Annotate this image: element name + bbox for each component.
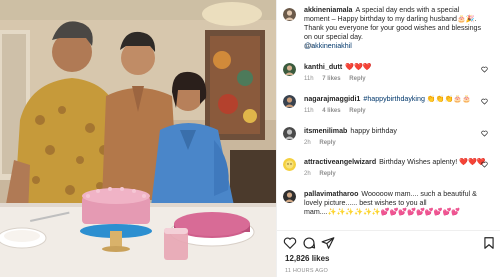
comment-body[interactable]: #happybirthdayking 👏👏👏🎂🎂	[363, 95, 471, 103]
avatar[interactable]	[283, 63, 296, 76]
comment-item: pallavimatharoo Wooooow mam.... such a be…	[283, 190, 490, 228]
comment-item: itsmenilimab happy birthday 2h Reply	[283, 127, 490, 153]
instagram-post: akkineniamala A special day ends with a s…	[0, 0, 500, 277]
comment-text: attractiveangelwizard Birthday Wishes apl…	[304, 158, 486, 167]
avatar[interactable]	[283, 190, 296, 203]
comment-username[interactable]: itsmenilimab	[304, 127, 347, 135]
comment-likes[interactable]: 7 likes	[322, 76, 340, 82]
comment-meta: 11h 7 likes Reply	[304, 76, 373, 82]
comment-body: Birthday Wishes aplenty! ❤️❤️❤️	[379, 158, 486, 166]
reply-button[interactable]: Reply	[319, 140, 335, 146]
caption-meta: 11h	[304, 44, 321, 50]
avatar[interactable]	[283, 8, 296, 21]
reply-button[interactable]: Reply	[319, 171, 335, 177]
comment-time: 2h	[304, 171, 311, 177]
share-icon[interactable]	[321, 236, 335, 250]
comment-meta: 2h Reply	[304, 140, 343, 146]
reply-button[interactable]: Reply	[349, 76, 365, 82]
comment-likes[interactable]: 4 likes	[322, 108, 340, 114]
comment-meta: 11h 4 likes Reply	[304, 108, 373, 114]
caption-username[interactable]: akkineniamala	[304, 6, 353, 14]
comment-text: itsmenilimab happy birthday	[304, 127, 486, 136]
comment-icon[interactable]	[302, 236, 316, 250]
divider	[277, 230, 500, 231]
heart-icon[interactable]	[283, 236, 297, 250]
comment-meta: 2h Reply	[304, 171, 343, 177]
post-timestamp: 11 HOURS AGO	[285, 268, 328, 274]
comment-item: attractiveangelwizard Birthday Wishes apl…	[283, 158, 490, 184]
comment-username[interactable]: nagarajmaggidi1	[304, 95, 360, 103]
heart-icon[interactable]	[481, 161, 488, 168]
comment-username[interactable]: pallavimatharoo	[304, 190, 358, 198]
comment-username[interactable]: attractiveangelwizard	[304, 158, 376, 166]
avatar[interactable]	[283, 95, 296, 108]
comment-time: 11h	[304, 76, 314, 82]
post-photo[interactable]	[0, 0, 276, 277]
comment-text: pallavimatharoo Wooooow mam.... such a be…	[304, 190, 486, 217]
heart-icon[interactable]	[481, 130, 488, 137]
family-birthday-photo	[0, 0, 276, 277]
heart-icon[interactable]	[481, 98, 488, 105]
comment-body: happy birthday	[350, 127, 397, 135]
heart-icon[interactable]	[481, 66, 488, 73]
reply-button[interactable]: Reply	[349, 108, 365, 114]
comment-item: nagarajmaggidi1 #happybirthdayking 👏👏👏🎂🎂 …	[283, 95, 490, 121]
comment-text: nagarajmaggidi1 #happybirthdayking 👏👏👏🎂🎂	[304, 95, 486, 104]
avatar[interactable]	[283, 127, 296, 140]
comment-time: 11h	[304, 108, 314, 114]
caption: akkineniamala A special day ends with a s…	[283, 6, 490, 56]
comment-text: kanthi_dutt ❤️❤️❤️	[304, 63, 486, 72]
avatar[interactable]	[283, 158, 296, 171]
comment-time: 2h	[304, 140, 311, 146]
likes-count[interactable]: 12,826 likes	[285, 254, 329, 263]
caption-text: akkineniamala A special day ends with a s…	[304, 6, 486, 51]
comment-item: kanthi_dutt ❤️❤️❤️ 11h 7 likes Reply	[283, 63, 490, 89]
comment-body: ❤️❤️❤️	[345, 63, 372, 71]
caption-time: 11h	[304, 44, 314, 50]
comment-username[interactable]: kanthi_dutt	[304, 63, 342, 71]
bookmark-icon[interactable]	[482, 236, 496, 250]
